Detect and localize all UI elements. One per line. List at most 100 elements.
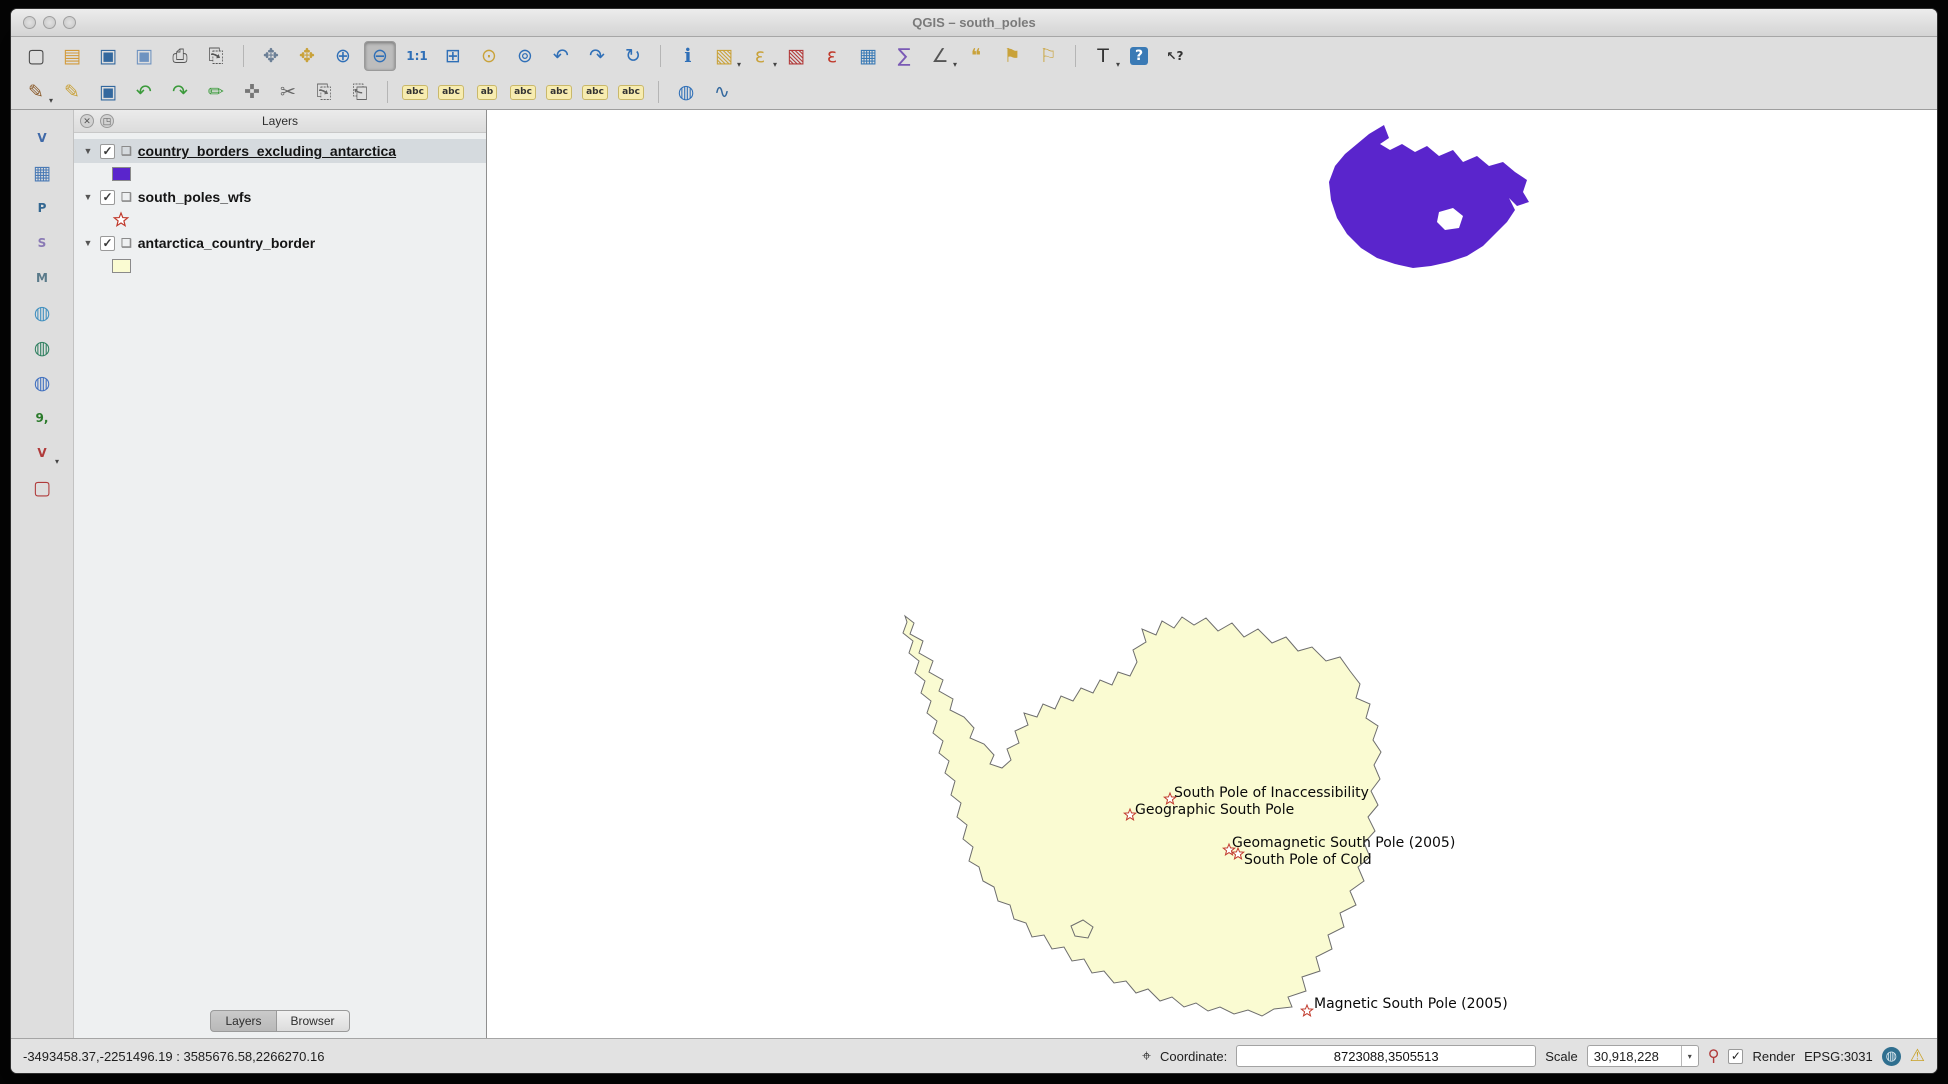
text-annotation-icon[interactable]: T▾: [1088, 42, 1118, 70]
close-window-button[interactable]: [23, 16, 36, 29]
labeling-options-icon[interactable]: abc: [400, 78, 430, 106]
copy-features-icon[interactable]: ⎘: [309, 78, 339, 106]
change-label-icon[interactable]: abc: [616, 78, 646, 106]
add-delimited-text-layer-icon[interactable]: 9,: [27, 404, 57, 432]
map-refresh-icon[interactable]: ↻: [618, 42, 648, 70]
scale-dropdown-arrow[interactable]: ▾: [1681, 1046, 1698, 1066]
text-annotation-dropdown-arrow[interactable]: ▾: [1116, 60, 1120, 69]
select-by-form-icon[interactable]: ε: [817, 42, 847, 70]
pan-to-selection-icon[interactable]: ✥: [292, 42, 322, 70]
expand-arrow-icon[interactable]: ▼: [82, 146, 94, 156]
add-vector-layer-icon[interactable]: V: [27, 124, 57, 152]
save-layer-edits-icon[interactable]: ▣: [93, 78, 123, 106]
scale-combo[interactable]: 30,918,228 ▾: [1587, 1045, 1699, 1067]
scale-lock-icon[interactable]: ⚲: [1708, 1048, 1720, 1064]
rotate-label-icon[interactable]: abc: [580, 78, 610, 106]
select-by-expression-dropdown-arrow[interactable]: ▾: [773, 60, 777, 69]
star-swatch[interactable]: [112, 211, 130, 229]
toggle-editing-icon[interactable]: ✎: [57, 78, 87, 106]
crs-status-icon[interactable]: ◍: [1882, 1047, 1901, 1066]
pan-map-icon[interactable]: ✥: [256, 42, 286, 70]
zoom-out-icon[interactable]: ⊖: [364, 41, 396, 71]
layer-name[interactable]: country_borders_excluding_antarctica: [138, 143, 396, 159]
new-project-icon[interactable]: ▢: [21, 42, 51, 70]
new-bookmark-icon[interactable]: ⚑: [997, 42, 1027, 70]
zoom-full-icon[interactable]: ⊞: [438, 42, 468, 70]
open-project-icon[interactable]: ▤: [57, 42, 87, 70]
diagram-options-icon[interactable]: abc: [436, 78, 466, 106]
coordinate-input[interactable]: [1236, 1045, 1536, 1067]
layer-name[interactable]: antarctica_country_border: [138, 235, 315, 251]
composer-manager-icon[interactable]: ⎘: [201, 42, 231, 70]
layer-visibility-checkbox[interactable]: ✓: [100, 190, 115, 205]
zoom-last-icon[interactable]: ↶: [546, 42, 576, 70]
minimize-window-button[interactable]: [43, 16, 56, 29]
zoom-to-selection-icon[interactable]: ⊙: [474, 42, 504, 70]
new-shapefile-layer-dropdown-arrow[interactable]: ▾: [55, 457, 59, 466]
python-console-icon[interactable]: ∿: [707, 78, 737, 106]
expand-arrow-icon[interactable]: ▼: [82, 192, 94, 202]
tab-layers[interactable]: Layers: [210, 1010, 276, 1032]
zoom-native-icon[interactable]: 1:1: [402, 42, 432, 70]
move-label-icon[interactable]: abc: [544, 78, 574, 106]
fill-swatch-yellow[interactable]: [112, 259, 131, 273]
tab-browser[interactable]: Browser: [277, 1010, 350, 1032]
zoom-in-icon[interactable]: ⊕: [328, 42, 358, 70]
zoom-to-layer-icon[interactable]: ⊚: [510, 42, 540, 70]
cut-features-icon[interactable]: ✂: [273, 78, 303, 106]
render-checkbox[interactable]: ✓: [1728, 1049, 1743, 1064]
layer-name[interactable]: south_poles_wfs: [138, 189, 252, 205]
title-bar[interactable]: QGIS – south_poles: [11, 9, 1937, 37]
undo-icon[interactable]: ↶: [129, 78, 159, 106]
float-panel-icon[interactable]: ◳: [100, 114, 114, 128]
deselect-features-icon[interactable]: ▧: [781, 42, 811, 70]
save-project-as-icon[interactable]: ▣: [129, 42, 159, 70]
add-wfs-layer-icon[interactable]: ◍: [27, 369, 57, 397]
save-project-icon[interactable]: ▣: [93, 42, 123, 70]
messages-warning-icon[interactable]: ⚠: [1910, 1046, 1925, 1066]
help-contents-glyph: ?: [1130, 47, 1148, 65]
whats-this-icon[interactable]: ↖?: [1160, 42, 1190, 70]
vertex-tool-icon[interactable]: ✜: [237, 78, 267, 106]
new-shapefile-layer-icon[interactable]: V▾: [27, 439, 57, 467]
add-spatialite-layer-icon[interactable]: S: [27, 229, 57, 257]
zoom-next-icon[interactable]: ↷: [582, 42, 612, 70]
show-bookmarks-icon[interactable]: ⚐: [1033, 42, 1063, 70]
add-wcs-layer-icon[interactable]: ◍: [27, 334, 57, 362]
help-contents-icon[interactable]: ?: [1124, 42, 1154, 70]
remove-layer-group-icon[interactable]: ▢: [27, 474, 57, 502]
metasearch-icon[interactable]: ◍: [671, 78, 701, 106]
map-canvas[interactable]: South Pole of Inaccessibility Geographic…: [487, 110, 1937, 1038]
identify-features-icon[interactable]: ℹ: [673, 42, 703, 70]
highlight-pinned-labels-icon[interactable]: abc: [508, 78, 538, 106]
layer-item-antarctica-border[interactable]: ▼ ✓ ❏ antarctica_country_border: [74, 231, 486, 255]
add-feature-icon[interactable]: ✏: [201, 78, 231, 106]
add-postgis-layer-icon[interactable]: P: [27, 194, 57, 222]
statistical-summary-icon[interactable]: ∑: [889, 42, 919, 70]
current-edits-dropdown-arrow[interactable]: ▾: [49, 96, 53, 105]
add-raster-layer-icon[interactable]: ▦: [27, 159, 57, 187]
close-panel-icon[interactable]: ✕: [80, 114, 94, 128]
layer-visibility-checkbox[interactable]: ✓: [100, 236, 115, 251]
measure-icon[interactable]: ∠▾: [925, 42, 955, 70]
current-edits-icon[interactable]: ✎▾: [21, 78, 51, 106]
fill-swatch-purple[interactable]: [112, 167, 131, 181]
add-mssql-layer-icon[interactable]: M: [27, 264, 57, 292]
measure-dropdown-arrow[interactable]: ▾: [953, 60, 957, 69]
select-by-expression-icon[interactable]: ε▾: [745, 42, 775, 70]
layer-visibility-checkbox[interactable]: ✓: [100, 144, 115, 159]
map-tips-icon[interactable]: ❝: [961, 42, 991, 70]
zoom-window-button[interactable]: [63, 16, 76, 29]
open-attribute-table-icon[interactable]: ▦: [853, 42, 883, 70]
add-wms-layer-icon[interactable]: ◍: [27, 299, 57, 327]
select-features-icon[interactable]: ▧▾: [709, 42, 739, 70]
layer-item-country-borders[interactable]: ▼ ✓ ❏ country_borders_excluding_antarcti…: [74, 139, 486, 163]
extents-toggle-icon[interactable]: ⌖: [1142, 1048, 1151, 1064]
select-features-dropdown-arrow[interactable]: ▾: [737, 60, 741, 69]
pin-labels-icon[interactable]: ab: [472, 78, 502, 106]
expand-arrow-icon[interactable]: ▼: [82, 238, 94, 248]
layer-item-south-poles-wfs[interactable]: ▼ ✓ ❏ south_poles_wfs: [74, 185, 486, 209]
paste-features-icon[interactable]: ⎗: [345, 78, 375, 106]
new-print-composer-icon[interactable]: ⎙: [165, 42, 195, 70]
redo-icon[interactable]: ↷: [165, 78, 195, 106]
